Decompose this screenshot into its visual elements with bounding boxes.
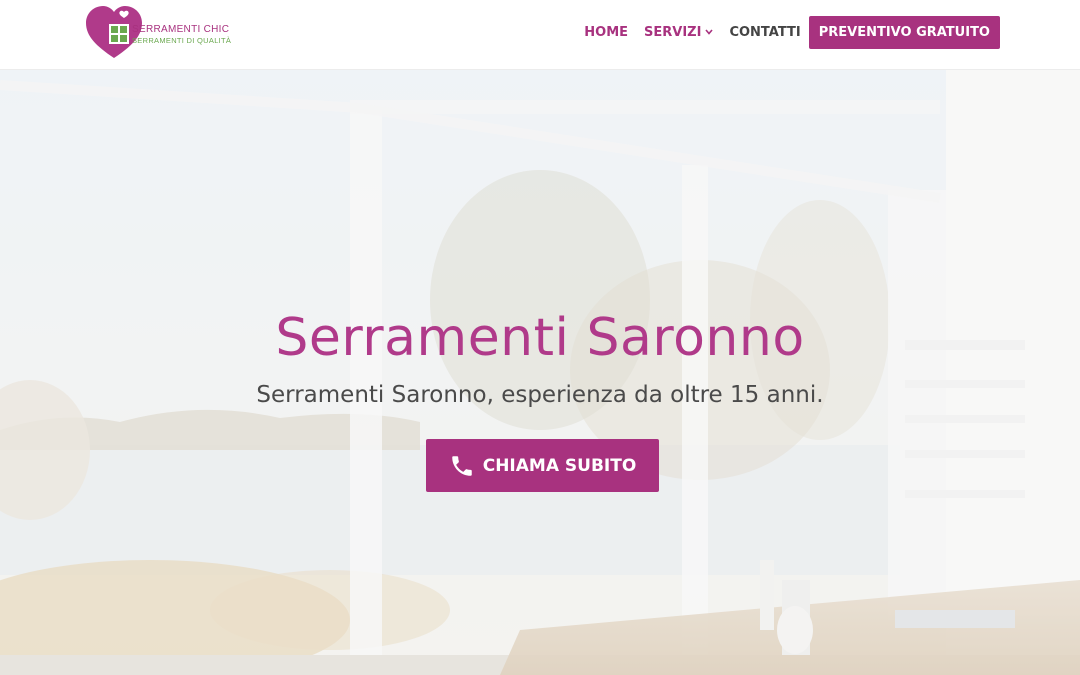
nav-home[interactable]: HOME bbox=[584, 25, 628, 40]
nav-servizi[interactable]: SERVIZI bbox=[644, 24, 714, 40]
nav-servizi-label: SERVIZI bbox=[644, 24, 702, 40]
hero-title: Serramenti Saronno bbox=[275, 308, 805, 368]
logo-tagline: Serramenti di Qualità bbox=[132, 36, 232, 45]
phone-icon bbox=[449, 453, 475, 479]
hero-section: Serramenti Saronno Serramenti Saronno, e… bbox=[0, 70, 1080, 675]
logo-title: Serramenti Chic bbox=[132, 24, 230, 35]
preventivo-gratuito-button[interactable]: PREVENTIVO GRATUITO bbox=[808, 15, 1000, 49]
nav-contatti[interactable]: CONTATTI bbox=[729, 25, 800, 40]
hero-overlay bbox=[0, 70, 1080, 675]
chevron-down-icon bbox=[705, 28, 714, 38]
hero-subtitle: Serramenti Saronno, esperienza da oltre … bbox=[256, 382, 824, 408]
site-logo[interactable]: Serramenti Chic Serramenti di Qualità bbox=[84, 4, 244, 62]
chiama-subito-label: CHIAMA SUBITO bbox=[482, 455, 637, 476]
main-nav: HOME SERVIZI CONTATTI PREVENTIVO GRATUIT… bbox=[568, 0, 1000, 64]
site-header: Serramenti Chic Serramenti di Qualità HO… bbox=[0, 0, 1080, 70]
chiama-subito-button[interactable]: CHIAMA SUBITO bbox=[426, 439, 659, 492]
